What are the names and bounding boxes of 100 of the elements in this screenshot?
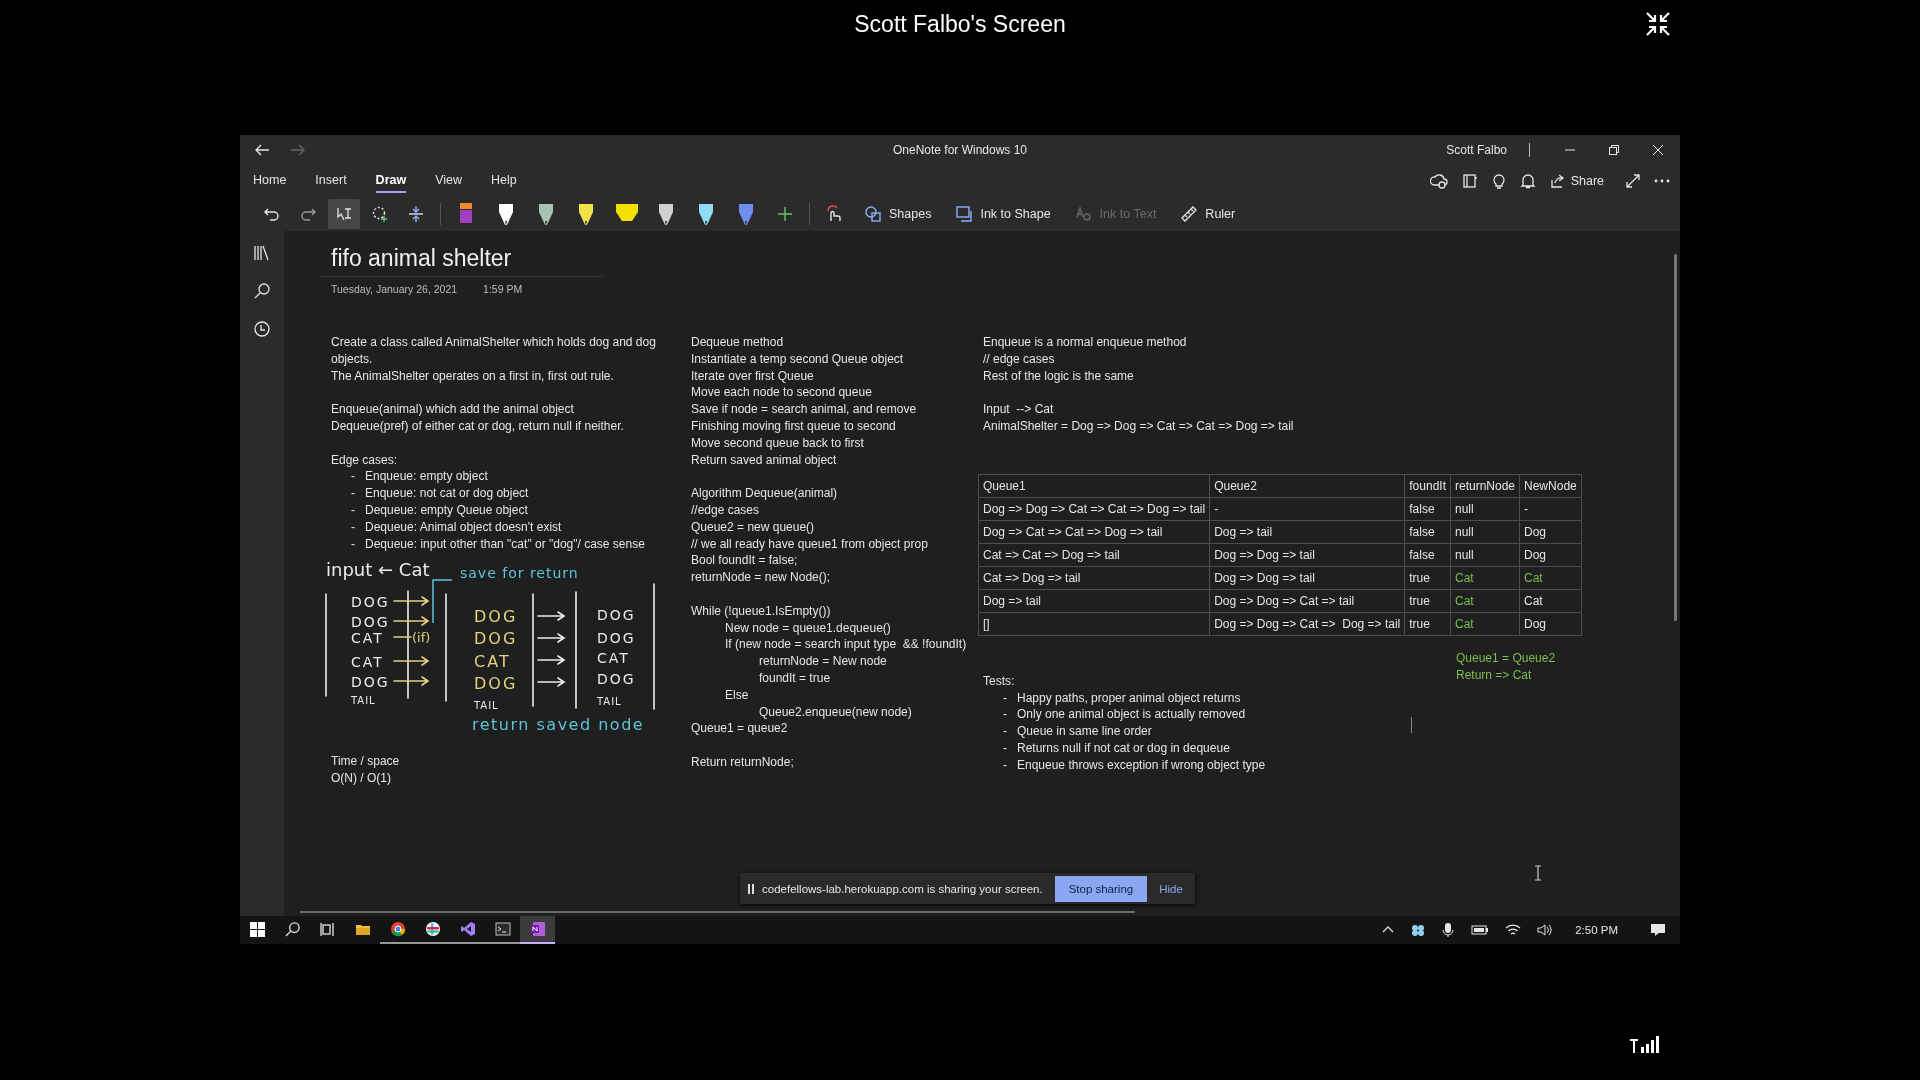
table-cell: Dog => Dog => Cat => Dog => tail bbox=[1209, 612, 1405, 636]
clock-time[interactable]: 2:50 PM bbox=[1575, 924, 1618, 936]
recent-clock-icon[interactable] bbox=[254, 321, 270, 337]
table-cell: Cat bbox=[1450, 612, 1520, 636]
note-heading: Tests: bbox=[983, 672, 1016, 690]
toolbar-button[interactable]: Ink to Shape bbox=[945, 198, 1061, 229]
toolbar-button[interactable]: Ruler bbox=[1170, 198, 1246, 229]
note-text: // we all ready have queue1 from object prop bbox=[691, 535, 929, 553]
code-line: foundIt = true bbox=[759, 669, 832, 687]
column-header: Queue2 bbox=[1209, 474, 1405, 498]
note-text: Algorithm Dequeue(animal) bbox=[691, 485, 839, 502]
page-title[interactable]: fifo animal shelter bbox=[319, 243, 603, 277]
list-item: Enqueue throws exception if wrong object type bbox=[1017, 756, 1266, 774]
note-text: Rest of the logic is the same bbox=[983, 367, 1135, 385]
menu-tab[interactable]: Help bbox=[491, 168, 517, 193]
note-text: returnNode = new Node(); bbox=[691, 569, 832, 586]
expand-icon[interactable] bbox=[1626, 173, 1640, 188]
note-text: //edge cases bbox=[691, 501, 761, 519]
column-header: NewNode bbox=[1519, 474, 1582, 498]
menu-tab[interactable]: Draw bbox=[375, 168, 407, 193]
table-cell: Dog => Dog => tail bbox=[1209, 566, 1405, 590]
exit-fullscreen-icon[interactable] bbox=[1645, 11, 1671, 37]
ink-text: DOG bbox=[474, 674, 518, 694]
ink-text: DOG bbox=[351, 594, 390, 611]
more-options-icon[interactable] bbox=[1654, 178, 1670, 183]
list-item: Dequeue: empty Queue object bbox=[365, 501, 528, 519]
ink-text: CAT bbox=[474, 652, 511, 672]
bullet-marker: - bbox=[1003, 723, 1008, 740]
insert-space-icon bbox=[407, 204, 425, 223]
table-cell: Dog => Dog => Cat => tail bbox=[1209, 589, 1405, 613]
table-cell: false bbox=[1404, 520, 1451, 544]
lightbulb-icon[interactable] bbox=[1491, 172, 1506, 189]
table-cell: Dog => Cat => Cat => Dog => tail bbox=[978, 520, 1210, 544]
pause-icon[interactable] bbox=[748, 883, 754, 894]
table-cell: Dog => tail bbox=[1209, 520, 1405, 544]
close-icon bbox=[1653, 145, 1663, 155]
notifications-icon[interactable] bbox=[1519, 172, 1536, 189]
wifi-icon[interactable] bbox=[1505, 923, 1522, 937]
hide-button[interactable]: Hide bbox=[1155, 882, 1187, 895]
ink-text: DOG bbox=[351, 614, 390, 631]
notebook-app-icon[interactable] bbox=[520, 916, 555, 944]
battery-icon[interactable] bbox=[1471, 924, 1490, 936]
scroll-thumb[interactable] bbox=[1674, 254, 1677, 621]
table-cell: true bbox=[1404, 612, 1451, 636]
notebooks-icon[interactable] bbox=[253, 245, 271, 261]
list-item: Happy paths, proper animal object returns bbox=[1017, 689, 1241, 707]
column-header: Queue1 bbox=[978, 474, 1210, 498]
share-button[interactable]: Share bbox=[1549, 173, 1612, 188]
user-name[interactable]: Scott Falbo bbox=[1446, 143, 1507, 157]
table-cell: Dog bbox=[1519, 520, 1582, 544]
code-line: Queue1 = queue2 bbox=[691, 720, 789, 738]
ink-text: return saved node bbox=[472, 715, 645, 735]
note-text: Queue2 = new queue() bbox=[691, 518, 816, 536]
table-cell: Dog bbox=[1519, 612, 1582, 636]
stop-sharing-button[interactable]: Stop sharing bbox=[1054, 875, 1148, 902]
note-heading: Edge cases: bbox=[331, 451, 399, 469]
ink-shape-icon bbox=[955, 204, 974, 223]
menu-tab[interactable]: Home bbox=[253, 168, 287, 193]
table-cell: null bbox=[1450, 497, 1520, 521]
speaker-icon[interactable] bbox=[1537, 923, 1554, 937]
table-cell: - bbox=[1209, 497, 1405, 521]
page-time: 1:59 PM bbox=[483, 282, 523, 297]
scroll-thumb[interactable] bbox=[300, 911, 1135, 913]
note-text: Bool foundIt = false; bbox=[691, 552, 799, 570]
ink-text: DOG bbox=[474, 607, 518, 627]
note-text: The AnimalShelter operates on a first in, first out rule. bbox=[331, 367, 615, 385]
toolbar-button[interactable]: Shapes bbox=[854, 198, 942, 229]
ink-text: DOG bbox=[351, 674, 390, 691]
bullet-marker: - bbox=[1003, 689, 1008, 707]
microphone-icon[interactable] bbox=[1441, 922, 1456, 938]
list-item: Enqueue: not cat or dog object bbox=[365, 485, 529, 502]
sync-status-icon[interactable] bbox=[1429, 172, 1448, 189]
search-icon[interactable] bbox=[254, 283, 270, 299]
note-text: Queue1 = Queue2 bbox=[1456, 650, 1556, 667]
notebook-icon[interactable] bbox=[1461, 172, 1478, 189]
code-line: If (new node = search input type && !foundIt) bbox=[725, 636, 967, 654]
code-line: New node = queue1.dequeue() bbox=[725, 619, 892, 637]
table-cell: Dog bbox=[1519, 543, 1582, 567]
task-view-icon bbox=[320, 921, 335, 937]
list-item: Dequeue: Animal object doesn't exist bbox=[365, 518, 562, 536]
note-text: Instantiate a temp second Queue object bbox=[691, 350, 905, 368]
ink-text: DOG bbox=[597, 607, 636, 624]
notifications-icon[interactable] bbox=[1650, 923, 1666, 937]
note-text: Enqueue(animal) which add the animal object bbox=[331, 401, 575, 418]
bullet-marker: - bbox=[351, 501, 356, 519]
note-text: Finishing moving first queue to second bbox=[691, 418, 897, 435]
table-cell: Cat => Cat => Dog => tail bbox=[978, 543, 1210, 567]
menu-tab[interactable]: View bbox=[435, 168, 463, 193]
ink-bracket bbox=[432, 579, 453, 625]
ink-text: TAIL bbox=[597, 696, 622, 708]
note-text: Iterate over first Queue bbox=[691, 367, 815, 385]
window-title: OneNote for Windows 10 bbox=[892, 143, 1028, 157]
list-item: Queue in same line order bbox=[1017, 723, 1152, 740]
bullet-marker: - bbox=[351, 518, 356, 536]
sync-app-icon[interactable] bbox=[1411, 923, 1426, 937]
menu-tab[interactable]: Insert bbox=[315, 168, 347, 193]
table-cell: - bbox=[1519, 497, 1582, 521]
ruler-icon bbox=[1180, 204, 1199, 223]
ink-text: CAT bbox=[597, 650, 630, 667]
lasso-select-button[interactable] bbox=[328, 198, 360, 229]
